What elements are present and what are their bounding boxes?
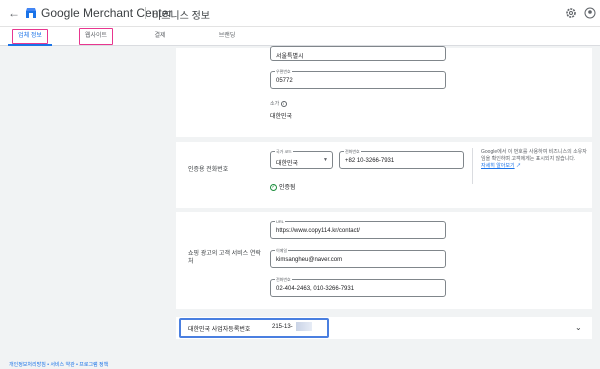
postal-code-value: 05772	[276, 78, 293, 84]
city-field[interactable]: 서울특별시	[270, 46, 446, 61]
info-icon: i	[280, 100, 287, 107]
help-divider	[472, 148, 473, 184]
top-app-bar: ← Google Merchant Center 비즈니스 정보	[0, 0, 600, 27]
cs-phone-field[interactable]: 전화번호 02-404-2463, 010-3266-7931	[270, 277, 446, 297]
page-title: 비즈니스 정보	[152, 11, 210, 22]
verification-phone-label: 인증용 전화번호	[188, 167, 229, 173]
tab-label: 브랜딩	[218, 33, 236, 39]
business-registration-label: 대한민국 사업자등록번호	[188, 327, 251, 333]
redacted-area	[296, 322, 312, 331]
business-registration-value: 215-13-	[272, 324, 293, 330]
external-link-icon: ↗	[515, 163, 521, 169]
address-card	[176, 48, 592, 137]
email-field[interactable]: 이메일 kimsangheu@naver.com	[270, 248, 446, 268]
country-code-select[interactable]: 국가 코드 대한민국 ▼	[270, 149, 333, 169]
back-arrow-icon[interactable]: ←	[7, 6, 21, 20]
chevron-down-icon[interactable]: ⌄	[575, 323, 582, 332]
tab-label: 결제	[154, 33, 166, 39]
tab-payment[interactable]: 결제	[148, 27, 172, 46]
url-field[interactable]: URL https://www.copy114.kr/contact/	[270, 219, 446, 239]
postal-code-field[interactable]: 우편번호 05772	[270, 69, 446, 89]
highlight-box	[12, 29, 48, 44]
city-value: 서울특별시	[276, 54, 304, 60]
url-label: URL	[275, 219, 286, 224]
footer-links[interactable]: 개인정보처리방침 • 서비스 약관 • 프로그램 정책	[9, 361, 108, 368]
phone-number-field[interactable]: 전화번호 +82 10-3266-7931	[339, 149, 464, 169]
url-value: https://www.copy114.kr/contact/	[276, 228, 360, 234]
gear-icon[interactable]	[565, 7, 577, 19]
customer-service-label: 쇼핑 광고의 고객 서비스 연락처	[188, 251, 261, 265]
learn-more-link[interactable]: 자세히 알아보기	[481, 163, 515, 169]
cs-phone-value: 02-404-2463, 010-3266-7931	[276, 286, 355, 292]
account-icon[interactable]	[584, 7, 596, 19]
phone-help-text: Google에서 이 번호를 사용하여 비즈니스의 소유자임을 확인하며 고객에…	[481, 149, 587, 169]
verified-status: ✓ 인증됨	[270, 183, 296, 191]
email-label: 이메일	[275, 248, 289, 253]
country-label: 소가 i	[270, 100, 287, 107]
phone-number-label: 전화번호	[344, 149, 361, 154]
email-value: kimsangheu@naver.com	[276, 257, 343, 263]
tab-branding[interactable]: 브랜딩	[212, 27, 242, 46]
postal-code-label: 우편번호	[275, 69, 292, 74]
merchant-center-logo-icon	[26, 8, 36, 18]
dropdown-arrow-icon: ▼	[323, 157, 328, 163]
check-circle-icon: ✓	[270, 183, 277, 191]
title-divider	[145, 7, 146, 19]
cs-phone-label: 전화번호	[275, 277, 292, 282]
tab-bar: 업체 정보 웹사이트 결제 브랜딩	[0, 27, 600, 46]
active-tab-indicator	[8, 44, 52, 46]
tab-website[interactable]: 웹사이트	[76, 27, 116, 46]
country-code-label: 국가 코드	[275, 149, 293, 154]
phone-number-value: +82 10-3266-7931	[345, 158, 395, 164]
country-code-value: 대한민국	[276, 161, 299, 167]
highlight-box	[79, 28, 113, 45]
country-value: 대한민국	[270, 114, 293, 120]
